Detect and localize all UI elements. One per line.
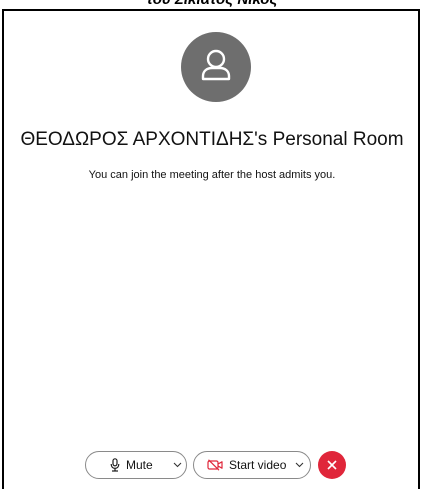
mute-control: Mute xyxy=(85,451,187,479)
join-message: You can join the meeting after the host … xyxy=(88,169,336,181)
user-icon xyxy=(201,49,231,81)
video-off-icon xyxy=(207,459,223,471)
mute-button[interactable]: Mute xyxy=(86,452,166,478)
video-options-dropdown[interactable] xyxy=(292,452,306,478)
mute-label: Mute xyxy=(126,458,153,472)
microphone-icon xyxy=(110,458,120,472)
start-video-label: Start video xyxy=(229,458,287,472)
video-control: Start video xyxy=(193,451,311,479)
chevron-down-icon xyxy=(173,462,181,468)
chevron-down-icon xyxy=(295,462,303,468)
top-caption: του Σικιάτος Νίκος xyxy=(0,0,424,9)
start-video-button[interactable]: Start video xyxy=(194,452,289,478)
mute-options-dropdown[interactable] xyxy=(168,452,186,478)
room-title: ΘΕΟΔΩΡΟΣ ΑΡΧΟΝΤΙΔΗΣ's Personal Room xyxy=(20,129,404,150)
close-icon xyxy=(327,460,337,470)
leave-meeting-button[interactable] xyxy=(318,451,346,479)
avatar xyxy=(181,32,251,102)
